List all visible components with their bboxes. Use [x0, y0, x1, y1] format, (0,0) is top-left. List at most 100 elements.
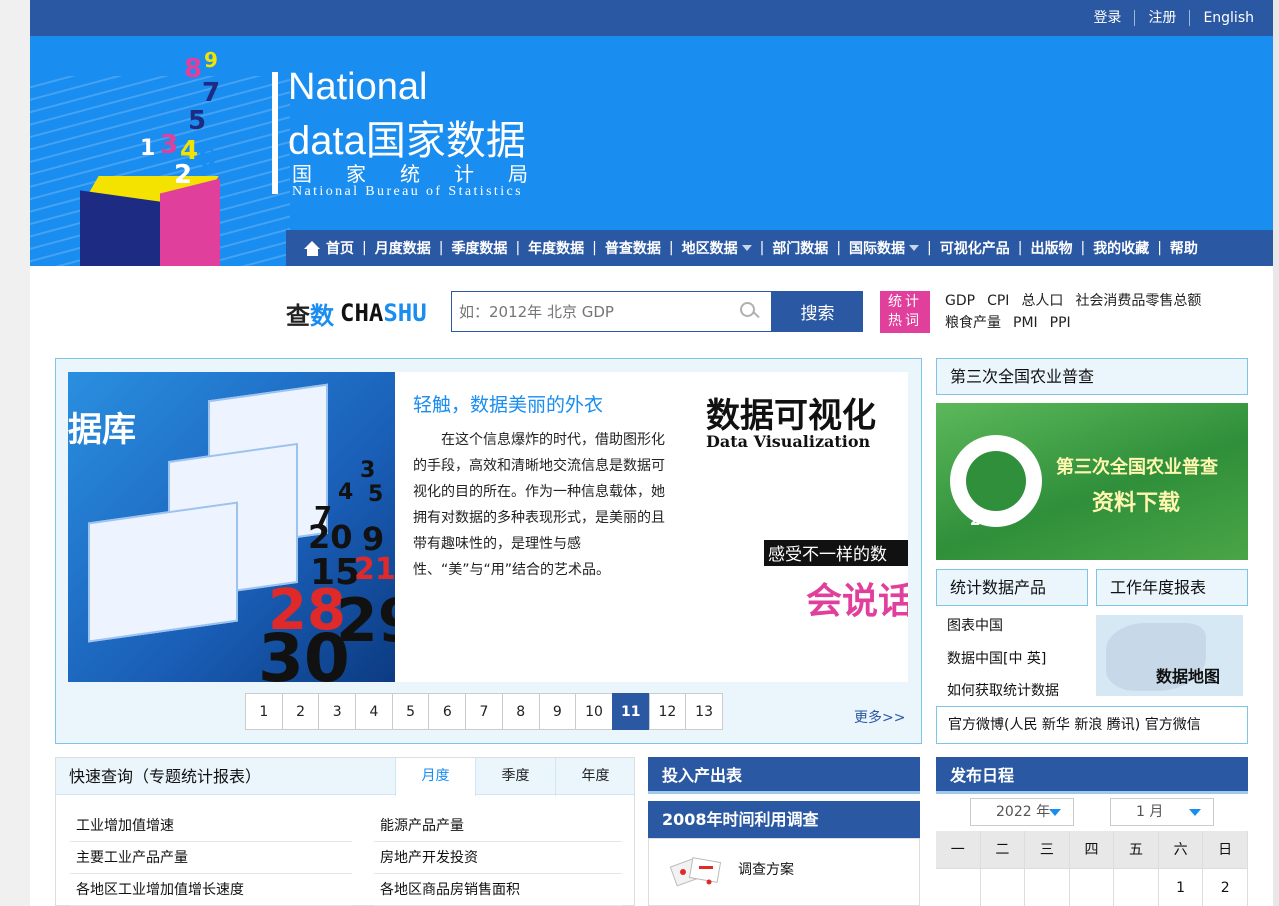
- nav-annual[interactable]: 年度数据: [520, 238, 592, 258]
- nav-help[interactable]: 帮助: [1162, 238, 1206, 258]
- nav-favorites[interactable]: 我的收藏: [1085, 238, 1157, 258]
- page-button[interactable]: 4: [355, 693, 393, 730]
- weekday-header: 四: [1069, 831, 1115, 869]
- calendar-week-row: 1 2: [936, 869, 1248, 906]
- social-links[interactable]: 官方微博(人民 新华 新浪 腾讯) 官方微信: [936, 706, 1248, 744]
- calendar-day: [1025, 869, 1070, 906]
- search-button[interactable]: 搜索: [772, 291, 863, 332]
- product-link[interactable]: 图表中国: [947, 610, 1059, 643]
- survey-plan-link[interactable]: 调查方案: [738, 859, 794, 879]
- main-nav: 首页 | 月度数据 | 季度数据 | 年度数据 | 普查数据 | 地区数据 | …: [286, 230, 1273, 266]
- cube-digit: 1: [140, 136, 156, 161]
- census-download-banner[interactable]: 2016 第三次全国农业普查 资料下载: [936, 403, 1248, 560]
- cube-digit: 3: [160, 130, 179, 160]
- tab-data-products[interactable]: 统计数据产品: [936, 569, 1088, 606]
- logo-national: National: [288, 66, 428, 108]
- register-link[interactable]: 注册: [1134, 10, 1189, 26]
- quick-query-panel: 快速查询（专题统计报表） 月度 季度 年度 工业增加值增速 主要工业产品产量 各…: [55, 757, 635, 906]
- tab-quarterly[interactable]: 季度: [475, 758, 555, 796]
- census-section-title[interactable]: 第三次全国农业普查: [936, 358, 1248, 395]
- nav-quarterly[interactable]: 季度数据: [443, 238, 515, 258]
- list-item[interactable]: 各地区工业增加值增长速度: [70, 874, 352, 906]
- visualization-promo-image[interactable]: 数据可视化 Data Visualization 感受不一样的数 会说话: [690, 372, 908, 682]
- database-promo-image[interactable]: 据库 3 4 5 7 20 9 15 28 21 30 29: [68, 372, 395, 682]
- nav-department[interactable]: 部门数据: [764, 238, 836, 258]
- time-use-title[interactable]: 2008年时间利用调查: [648, 801, 920, 838]
- weekday-header: 六: [1158, 831, 1204, 869]
- hot-word-link[interactable]: PPI: [1050, 312, 1071, 334]
- nav-regional[interactable]: 地区数据: [674, 238, 760, 258]
- slide-title[interactable]: 轻触，数据美丽的外衣: [413, 390, 672, 417]
- nav-visualization[interactable]: 可视化产品: [932, 238, 1018, 258]
- page-button[interactable]: 8: [501, 693, 540, 730]
- chashu-logo: 查数 CHASHU: [286, 295, 427, 331]
- calendar-day[interactable]: 2: [1203, 869, 1248, 906]
- hot-word-link[interactable]: 社会消费品零售总额: [1075, 290, 1201, 312]
- more-link[interactable]: 更多>>: [854, 707, 905, 727]
- search-input[interactable]: [451, 291, 772, 332]
- page-scrollbar[interactable]: [1273, 0, 1279, 906]
- cube-digits: 8 9 7 5 1 3 4 6 2: [140, 48, 260, 198]
- hot-word-link[interactable]: PMI: [1013, 312, 1038, 334]
- census-emblem-inner: [966, 451, 1026, 511]
- nav-census[interactable]: 普查数据: [597, 238, 669, 258]
- tab-annual-report[interactable]: 工作年度报表: [1096, 569, 1248, 606]
- login-link[interactable]: 登录: [1080, 10, 1134, 26]
- page-button[interactable]: 10: [575, 693, 613, 730]
- page-button[interactable]: 3: [318, 693, 357, 730]
- list-item[interactable]: 工业增加值增速: [70, 810, 352, 842]
- hot-word-link[interactable]: GDP: [945, 290, 975, 312]
- nav-home[interactable]: 首页: [296, 238, 362, 258]
- io-table-title[interactable]: 投入产出表: [648, 757, 920, 794]
- product-link[interactable]: 如何获取统计数据: [947, 675, 1059, 708]
- year-select[interactable]: 2022 年: [970, 798, 1074, 826]
- page-button-active[interactable]: 11: [611, 693, 650, 730]
- calendar-day: [1114, 869, 1159, 906]
- hot-word-link[interactable]: 总人口: [1021, 290, 1063, 312]
- nav-international[interactable]: 国际数据: [841, 238, 927, 258]
- chashu-en: CHASHU: [340, 299, 427, 327]
- nav-label: 首页: [326, 241, 354, 257]
- calendar-weekday-row: 一 二 三 四 五 六 日: [936, 831, 1248, 869]
- logo-bureau: 国家统计局: [292, 162, 562, 186]
- calendar-day[interactable]: 1: [1159, 869, 1204, 906]
- chevron-down-icon: [1189, 809, 1201, 816]
- release-calendar-title: 发布日程: [936, 757, 1248, 794]
- promo-banner: 感受不一样的数: [764, 540, 908, 566]
- page-button[interactable]: 7: [465, 693, 503, 730]
- page-button[interactable]: 9: [538, 693, 577, 730]
- page-button[interactable]: 13: [685, 693, 723, 730]
- list-item[interactable]: 能源产品产量: [374, 810, 622, 842]
- hot-word-link[interactable]: 粮食产量: [945, 312, 1001, 334]
- product-link[interactable]: 数据中国[中 英]: [947, 643, 1059, 676]
- list-item[interactable]: 房地产开发投资: [374, 842, 622, 874]
- list-item[interactable]: 各地区商品房销售面积: [374, 874, 622, 906]
- page-button[interactable]: 6: [428, 693, 467, 730]
- census-year: 2016: [970, 511, 1012, 529]
- page-button[interactable]: 5: [391, 693, 430, 730]
- promo-pink-text: 会说话: [806, 581, 908, 622]
- logo-divider: [272, 72, 278, 194]
- page-button[interactable]: 12: [648, 693, 687, 730]
- tab-annual[interactable]: 年度: [555, 758, 635, 796]
- slide-body: 在这个信息爆炸的时代，借助图形化的手段，高效和清晰地交流信息是数据可视化的目的所…: [413, 432, 665, 578]
- promo-number: 29: [336, 586, 395, 656]
- english-link[interactable]: English: [1189, 10, 1267, 26]
- census-banner-line2: 资料下载: [1092, 491, 1181, 516]
- cube-digit: 5: [188, 106, 207, 136]
- tab-monthly[interactable]: 月度: [395, 758, 475, 796]
- nav-publications[interactable]: 出版物: [1022, 238, 1080, 258]
- month-select-value: 1 月: [1136, 804, 1164, 820]
- search-icon[interactable]: [740, 302, 760, 322]
- weekday-header: 二: [980, 831, 1026, 869]
- cube-digit: 2: [174, 160, 193, 190]
- page-left-gutter: [0, 0, 30, 906]
- page-button[interactable]: 2: [281, 693, 320, 730]
- data-map-thumbnail[interactable]: 数据地图: [1096, 615, 1243, 696]
- list-item[interactable]: 主要工业产品产量: [70, 842, 352, 874]
- nav-monthly[interactable]: 月度数据: [367, 238, 439, 258]
- year-select-value: 2022 年: [996, 804, 1051, 820]
- month-select[interactable]: 1 月: [1110, 798, 1214, 826]
- page-button[interactable]: 1: [245, 693, 283, 730]
- hot-word-link[interactable]: CPI: [987, 290, 1009, 312]
